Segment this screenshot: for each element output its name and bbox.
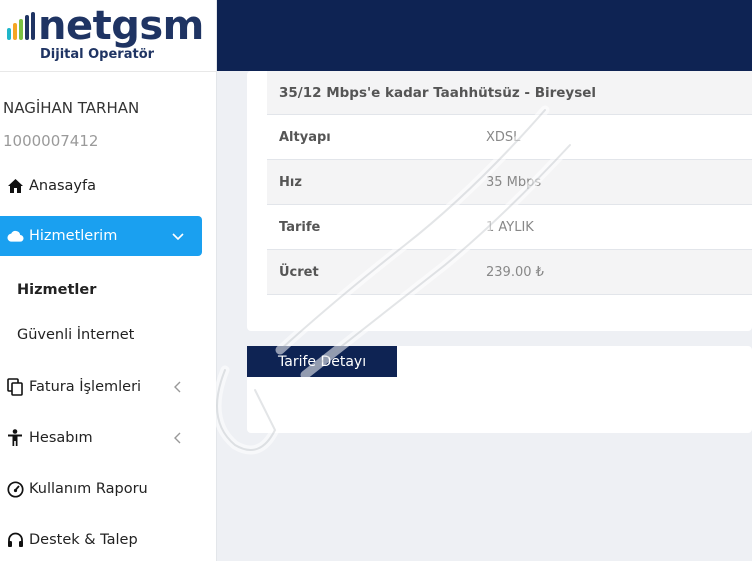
table-row: Altyapı XDSL <box>267 115 752 160</box>
row-label: Ücret <box>279 264 319 280</box>
sidebar-item-destek-talep[interactable]: Destek & Talep <box>0 520 202 560</box>
sidebar-item-anasayfa[interactable]: Anasayfa <box>0 166 202 206</box>
person-icon <box>6 429 24 447</box>
signal-bars-icon <box>7 12 35 40</box>
copy-icon <box>6 378 24 396</box>
chevron-left-icon <box>174 432 181 444</box>
top-bar <box>217 0 752 71</box>
sidebar-item-label: Hesabım <box>29 430 93 446</box>
row-label: Hız <box>279 174 302 190</box>
home-icon <box>6 177 24 195</box>
row-value: 35 Mbps <box>486 174 542 190</box>
sidebar-item-kullanim-raporu[interactable]: Kullanım Raporu <box>0 469 202 509</box>
sidebar-item-label: Fatura İşlemleri <box>29 379 142 395</box>
brand-logo[interactable]: netgsm Dijital Operatör <box>0 0 217 72</box>
sidebar-item-label: Kullanım Raporu <box>29 481 148 497</box>
sidebar-item-fatura-islemleri[interactable]: Fatura İşlemleri <box>0 367 202 407</box>
sidebar-item-label: Anasayfa <box>29 178 97 194</box>
table-row: Ücret 239.00 ₺ <box>267 250 752 295</box>
chevron-left-icon <box>174 381 181 393</box>
row-value: XDSL <box>486 129 521 145</box>
user-name: NAGİHAN TARHAN <box>3 99 140 117</box>
gauge-icon <box>6 480 24 498</box>
service-details-card: 35/12 Mbps'e kadar Taahhütsüz - Bireysel… <box>247 71 752 331</box>
table-row: Tarife 1 AYLIK <box>267 205 752 250</box>
chevron-down-icon <box>172 233 184 241</box>
logo-subtitle: Dijital Operatör <box>40 47 155 62</box>
tariff-detail-card: Tarife Detayı <box>247 346 752 433</box>
sidebar-item-label: Destek & Talep <box>29 532 138 548</box>
service-title-row: 35/12 Mbps'e kadar Taahhütsüz - Bireysel <box>267 71 752 115</box>
tariff-detail-button[interactable]: Tarife Detayı <box>247 346 397 377</box>
service-title: 35/12 Mbps'e kadar Taahhütsüz - Bireysel <box>279 84 597 101</box>
user-id: 1000007412 <box>3 132 99 150</box>
row-label: Altyapı <box>279 129 331 145</box>
sidebar-item-label: Hizmetlerim <box>29 228 118 244</box>
row-value: 1 AYLIK <box>486 219 534 235</box>
sidebar-item-hesabim[interactable]: Hesabım <box>0 418 202 458</box>
row-value: 239.00 ₺ <box>486 264 544 280</box>
sidebar: netgsm Dijital Operatör NAGİHAN TARHAN 1… <box>0 0 217 561</box>
logo-text: netgsm <box>38 3 204 49</box>
row-label: Tarife <box>279 219 321 235</box>
table-row: Hız 35 Mbps <box>267 160 752 205</box>
sidebar-item-hizmetlerim[interactable]: Hizmetlerim <box>0 216 202 256</box>
sidebar-subitem-hizmetler[interactable]: Hizmetler <box>17 280 96 300</box>
service-details-table: 35/12 Mbps'e kadar Taahhütsüz - Bireysel… <box>267 71 752 295</box>
cloud-icon <box>6 227 24 245</box>
sidebar-subitem-guvenli-internet[interactable]: Güvenli İnternet <box>17 325 134 345</box>
headset-icon <box>6 531 24 549</box>
